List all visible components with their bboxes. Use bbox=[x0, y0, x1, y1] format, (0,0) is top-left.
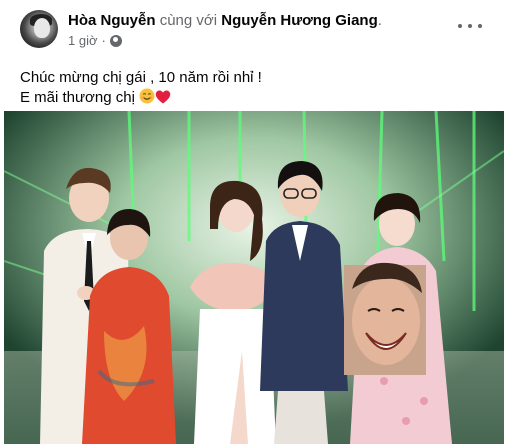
post-timestamp[interactable]: 1 giờ bbox=[68, 33, 98, 48]
post-header: Hòa Nguyễn cùng với Nguyễn Hương Giang. … bbox=[0, 0, 506, 58]
author-name-link[interactable]: Hòa Nguyễn bbox=[68, 12, 156, 29]
caption-line-2-text: E mãi thương chị bbox=[20, 89, 135, 106]
post-photo[interactable] bbox=[4, 111, 504, 444]
smiling-face-icon bbox=[139, 88, 155, 104]
avatar-face bbox=[34, 18, 50, 38]
more-dot bbox=[468, 24, 472, 28]
author-avatar[interactable] bbox=[20, 10, 58, 48]
meta-separator: · bbox=[101, 33, 106, 48]
red-heart-icon bbox=[155, 90, 171, 104]
post-caption: Chúc mừng chị gái , 10 năm rồi nhỉ ! E m… bbox=[20, 68, 262, 108]
with-text: cùng với bbox=[159, 12, 218, 29]
more-dot bbox=[458, 24, 462, 28]
caption-line-2: E mãi thương chị bbox=[20, 88, 262, 108]
post-meta: 1 giờ · bbox=[68, 33, 122, 48]
tagged-suffix: . bbox=[377, 12, 382, 29]
more-options-icon[interactable] bbox=[458, 16, 482, 36]
facebook-post: Hòa Nguyễn cùng với Nguyễn Hương Giang. … bbox=[0, 0, 506, 444]
photo-scene bbox=[4, 111, 504, 444]
caption-line-1: Chúc mừng chị gái , 10 năm rồi nhỉ ! bbox=[20, 69, 262, 86]
tagged-person-link[interactable]: Nguyễn Hương Giang bbox=[221, 12, 378, 29]
globe-icon[interactable] bbox=[109, 34, 122, 47]
more-dot bbox=[478, 24, 482, 28]
author-line: Hòa Nguyễn cùng với Nguyễn Hương Giang. bbox=[68, 12, 382, 29]
